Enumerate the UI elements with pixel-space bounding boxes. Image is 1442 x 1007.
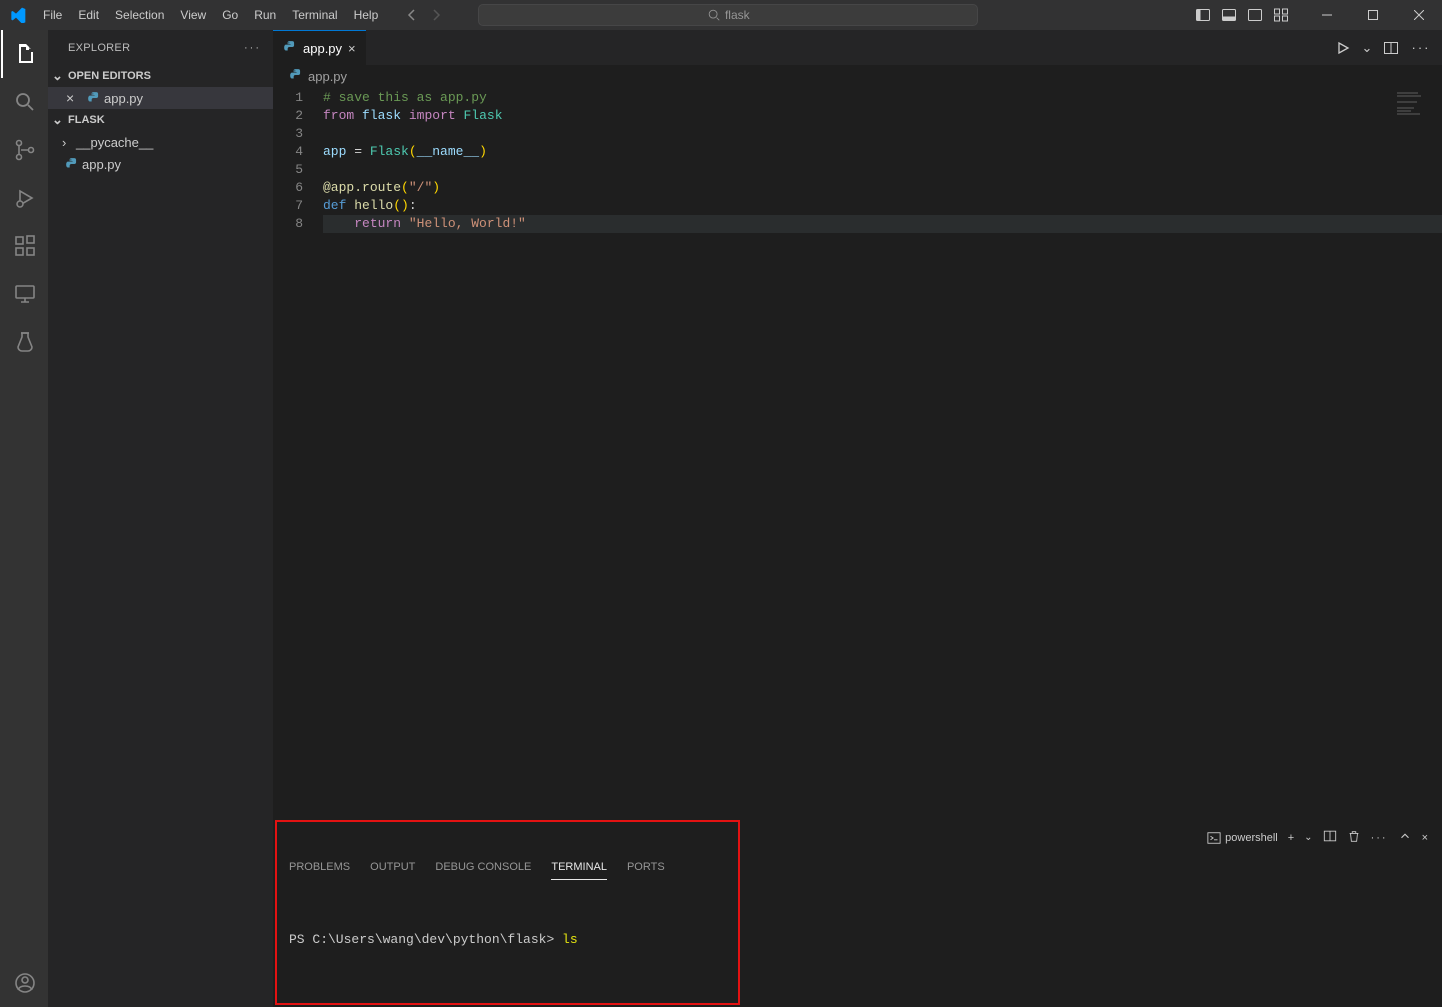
window-close-button[interactable] (1396, 0, 1442, 30)
window-minimize-button[interactable] (1304, 0, 1350, 30)
close-icon[interactable]: × (66, 90, 84, 106)
explorer-icon[interactable] (1, 30, 49, 78)
python-file-icon (289, 68, 303, 85)
menu-help[interactable]: Help (346, 2, 387, 28)
layout-sidebar-left-icon[interactable] (1192, 4, 1214, 26)
maximize-panel-icon[interactable] (1398, 829, 1412, 846)
more-terminal-icon[interactable]: ··· (1371, 832, 1388, 844)
open-editors-section[interactable]: ⌄ OPEN EDITORS (48, 65, 273, 87)
panel-tab-debug[interactable]: DEBUG CONSOLE (435, 855, 531, 879)
panel-tab-ports[interactable]: PORTS (627, 855, 665, 879)
panel-tab-problems[interactable]: PROBLEMS (289, 855, 350, 879)
nav-forward-icon[interactable] (424, 7, 448, 23)
menu-terminal[interactable]: Terminal (284, 2, 345, 28)
open-editor-item[interactable]: × app.py (48, 87, 273, 109)
menu-go[interactable]: Go (214, 2, 246, 28)
accounts-icon[interactable] (1, 959, 49, 1007)
editor-tabs: app.py × ⌄ ··· (273, 30, 1442, 65)
chevron-down-icon: ⌄ (52, 68, 68, 84)
kill-terminal-icon[interactable] (1347, 829, 1361, 846)
chevron-right-icon: › (62, 135, 76, 150)
panel-tab-terminal[interactable]: TERMINAL (551, 855, 607, 880)
line-numbers: 12345678 (273, 87, 323, 820)
menu-edit[interactable]: Edit (70, 2, 107, 28)
split-terminal-icon[interactable] (1323, 829, 1337, 846)
layout-sidebar-right-icon[interactable] (1244, 4, 1266, 26)
chevron-down-icon: ⌄ (52, 112, 68, 128)
more-actions-icon[interactable]: ··· (1408, 35, 1434, 61)
terminal-type-icon[interactable]: powershell (1207, 831, 1278, 845)
remote-explorer-icon[interactable] (1, 270, 49, 318)
window-maximize-button[interactable] (1350, 0, 1396, 30)
command-center-search[interactable]: flask (478, 4, 978, 26)
close-panel-icon[interactable]: × (1422, 832, 1428, 844)
explorer-title: EXPLORER (68, 42, 130, 54)
title-bar: File Edit Selection View Go Run Terminal… (0, 0, 1442, 30)
menu-file[interactable]: File (35, 2, 70, 28)
customize-layout-icon[interactable] (1270, 4, 1292, 26)
menu-view[interactable]: View (172, 2, 214, 28)
layout-panel-icon[interactable] (1218, 4, 1240, 26)
file-item[interactable]: app.py (48, 153, 273, 175)
menu-run[interactable]: Run (246, 2, 284, 28)
panel-tab-output[interactable]: OUTPUT (370, 855, 415, 879)
code-editor[interactable]: 12345678 # save this as app.py from flas… (273, 87, 1442, 820)
folder-item[interactable]: › __pycache__ (48, 131, 273, 153)
terminal-output[interactable]: PS C:\Users\wang\dev\python\flask> ls 目录… (277, 913, 738, 1004)
terminal-panel: PROBLEMS OUTPUT DEBUG CONSOLE TERMINAL P… (275, 820, 740, 1005)
python-file-icon (62, 157, 82, 171)
more-icon[interactable]: ··· (244, 42, 261, 54)
terminal-dropdown-icon[interactable]: ⌄ (1304, 832, 1312, 843)
python-file-icon (283, 40, 297, 57)
nav-back-icon[interactable] (400, 7, 424, 23)
explorer-sidebar: EXPLORER ··· ⌄ OPEN EDITORS × app.py ⌄ F… (48, 30, 273, 1007)
testing-icon[interactable] (1, 318, 49, 366)
split-editor-icon[interactable] (1378, 35, 1404, 61)
vscode-logo-icon (0, 7, 35, 23)
editor-tab[interactable]: app.py × (273, 30, 366, 65)
python-file-icon (84, 91, 104, 105)
run-file-button[interactable] (1330, 35, 1356, 61)
close-tab-icon[interactable]: × (348, 41, 356, 56)
run-dropdown-icon[interactable]: ⌄ (1360, 35, 1374, 61)
code-content[interactable]: # save this as app.py from flask import … (323, 87, 1442, 820)
search-text: flask (725, 8, 750, 22)
new-terminal-icon[interactable]: + (1288, 832, 1294, 844)
extensions-icon[interactable] (1, 222, 49, 270)
breadcrumb[interactable]: app.py (273, 65, 1442, 87)
project-section[interactable]: ⌄ FLASK (48, 109, 273, 131)
minimap[interactable] (1397, 92, 1427, 142)
menu-selection[interactable]: Selection (107, 2, 172, 28)
search-icon[interactable] (1, 78, 49, 126)
activity-bar (0, 30, 48, 1007)
run-debug-icon[interactable] (1, 174, 49, 222)
source-control-icon[interactable] (1, 126, 49, 174)
